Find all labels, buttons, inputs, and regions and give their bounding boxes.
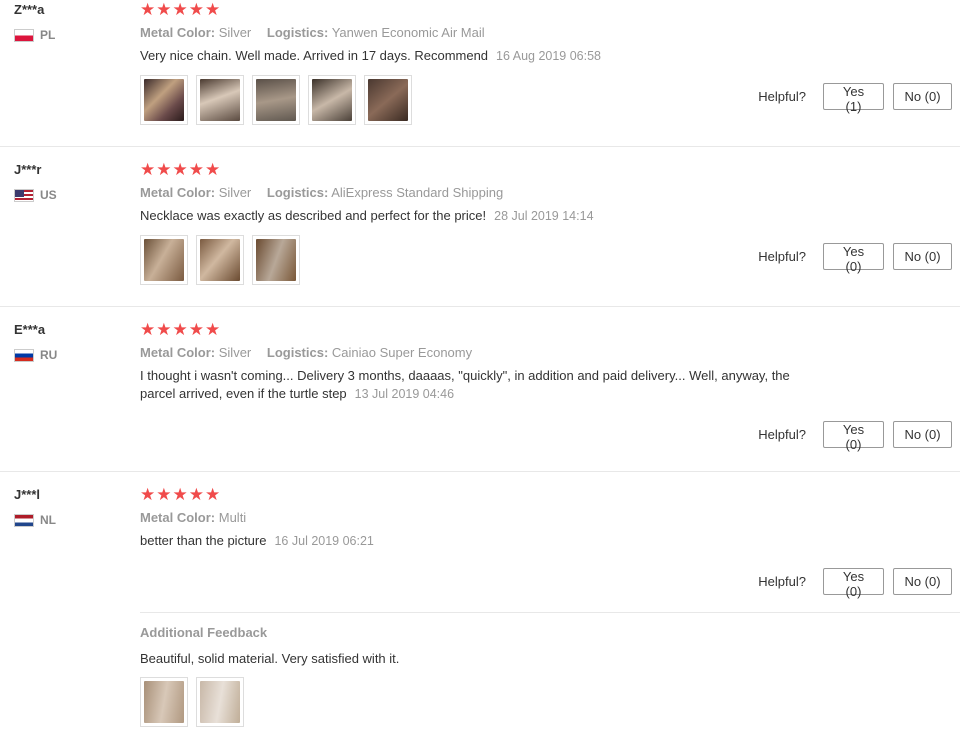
review-item: J***l NL ★★★★★ Metal Color: Multi better… [0,485,960,736]
review-attributes: Metal Color: Silver Logistics: Yanwen Ec… [140,24,840,42]
review-photos [140,235,840,285]
helpful-no-button[interactable]: No (0) [893,243,952,270]
review-date: 16 Jul 2019 06:21 [274,534,374,548]
review-attributes: Metal Color: Silver Logistics: Cainiao S… [140,344,840,362]
reviewer-name: J***r [14,162,42,177]
helpful-no-button[interactable]: No (0) [893,421,952,448]
reviewer-country: RU [14,348,124,362]
review-photo[interactable] [252,75,300,125]
review-photo[interactable] [364,75,412,125]
helpful-label: Helpful? [758,89,806,104]
helpful-controls: Helpful? Yes (0) No (0) [758,243,952,274]
reviewer-country: NL [14,513,124,527]
review-attributes: Metal Color: Multi [140,509,840,527]
helpful-no-button[interactable]: No (0) [893,568,952,595]
reviews-list: Z***a PL ★★★★★ Metal Color: Silver Logis… [0,0,965,736]
attr-key-logistics: Logistics: [266,185,329,200]
attr-key-metal-color: Metal Color: [140,345,216,360]
review-content: ★★★★★ Metal Color: Silver Logistics: Cai… [140,320,840,403]
flag-pl-icon [14,28,34,42]
flag-nl-icon [14,513,34,527]
attr-value-logistics: Cainiao Super Economy [331,345,473,360]
attr-value-metal-color: Silver [218,25,252,40]
country-code: NL [40,513,56,527]
reviewer-info: J***r US [14,162,124,202]
divider [0,146,960,147]
attr-key-metal-color: Metal Color: [140,185,216,200]
reviewer-info: E***a RU [14,322,124,362]
flag-ru-icon [14,348,34,362]
country-code: RU [40,348,58,362]
review-photos [140,75,840,125]
attr-value-logistics: AliExpress Standard Shipping [331,185,504,200]
helpful-yes-button[interactable]: Yes (0) [823,568,884,599]
helpful-no-button[interactable]: No (0) [893,83,952,110]
review-item: Z***a PL ★★★★★ Metal Color: Silver Logis… [0,0,960,147]
helpful-controls: Helpful? Yes (1) No (0) [758,83,952,114]
review-date: 28 Jul 2019 14:14 [494,209,594,223]
flag-us-icon [14,188,34,202]
helpful-label: Helpful? [758,574,806,589]
review-text-block: Very nice chain. Well made. Arrived in 1… [140,47,840,65]
review-photo[interactable] [140,677,188,727]
review-text: Very nice chain. Well made. Arrived in 1… [140,48,489,63]
star-rating: ★★★★★ [140,0,222,19]
review-item: E***a RU ★★★★★ Metal Color: Silver Logis… [0,320,960,472]
review-text-line-1: I thought i wasn't coming... Delivery 3 … [140,368,790,383]
star-rating: ★★★★★ [140,320,222,339]
review-photo[interactable] [196,677,244,727]
additional-feedback-title: Additional Feedback [140,625,268,640]
divider [0,471,960,472]
review-date: 16 Aug 2019 06:58 [496,49,602,63]
review-content: ★★★★★ Metal Color: Silver Logistics: Yan… [140,0,840,125]
review-text: Necklace was exactly as described and pe… [140,208,487,223]
review-photo[interactable] [140,75,188,125]
helpful-yes-button[interactable]: Yes (0) [823,421,884,452]
attr-key-metal-color: Metal Color: [140,25,216,40]
attr-key-metal-color: Metal Color: [140,510,216,525]
review-attributes: Metal Color: Silver Logistics: AliExpres… [140,184,840,202]
reviewer-country: US [14,188,124,202]
helpful-yes-button[interactable]: Yes (0) [823,243,884,274]
star-rating: ★★★★★ [140,160,222,179]
reviewer-name: J***l [14,487,41,502]
additional-feedback: Additional Feedback Beautiful, solid mat… [140,612,960,727]
divider [0,306,960,307]
helpful-label: Helpful? [758,427,806,442]
attr-value-metal-color: Silver [218,185,252,200]
review-text-block: I thought i wasn't coming... Delivery 3 … [140,367,840,403]
attr-key-logistics: Logistics: [266,25,329,40]
review-photo[interactable] [308,75,356,125]
helpful-controls: Helpful? Yes (0) No (0) [758,421,952,452]
review-text-block: better than the picture 16 Jul 2019 06:21 [140,532,840,550]
additional-feedback-photos [140,677,960,727]
review-content: ★★★★★ Metal Color: Silver Logistics: Ali… [140,160,840,285]
review-date: 13 Jul 2019 04:46 [354,387,455,401]
review-text-line-2: parcel arrived, even if the turtle step [140,386,347,401]
helpful-yes-button[interactable]: Yes (1) [823,83,884,114]
country-code: PL [40,28,56,42]
review-photo[interactable] [252,235,300,285]
reviewer-name: E***a [14,322,46,337]
review-photo[interactable] [196,75,244,125]
attr-key-logistics: Logistics: [266,345,329,360]
additional-feedback-text: Beautiful, solid material. Very satisfie… [140,651,400,666]
reviewer-info: Z***a PL [14,2,124,42]
reviewer-country: PL [14,28,124,42]
review-item: J***r US ★★★★★ Metal Color: Silver Logis… [0,160,960,307]
attr-value-metal-color: Multi [218,510,247,525]
review-photo[interactable] [196,235,244,285]
review-content: ★★★★★ Metal Color: Multi better than the… [140,485,840,550]
review-text-block: Necklace was exactly as described and pe… [140,207,840,225]
helpful-label: Helpful? [758,249,806,264]
review-photo[interactable] [140,235,188,285]
review-text: better than the picture [140,533,267,548]
star-rating: ★★★★★ [140,485,222,504]
country-code: US [40,188,57,202]
attr-value-metal-color: Silver [218,345,252,360]
helpful-controls: Helpful? Yes (0) No (0) [758,568,952,599]
reviewer-info: J***l NL [14,487,124,527]
reviewer-name: Z***a [14,2,45,17]
attr-value-logistics: Yanwen Economic Air Mail [331,25,485,40]
